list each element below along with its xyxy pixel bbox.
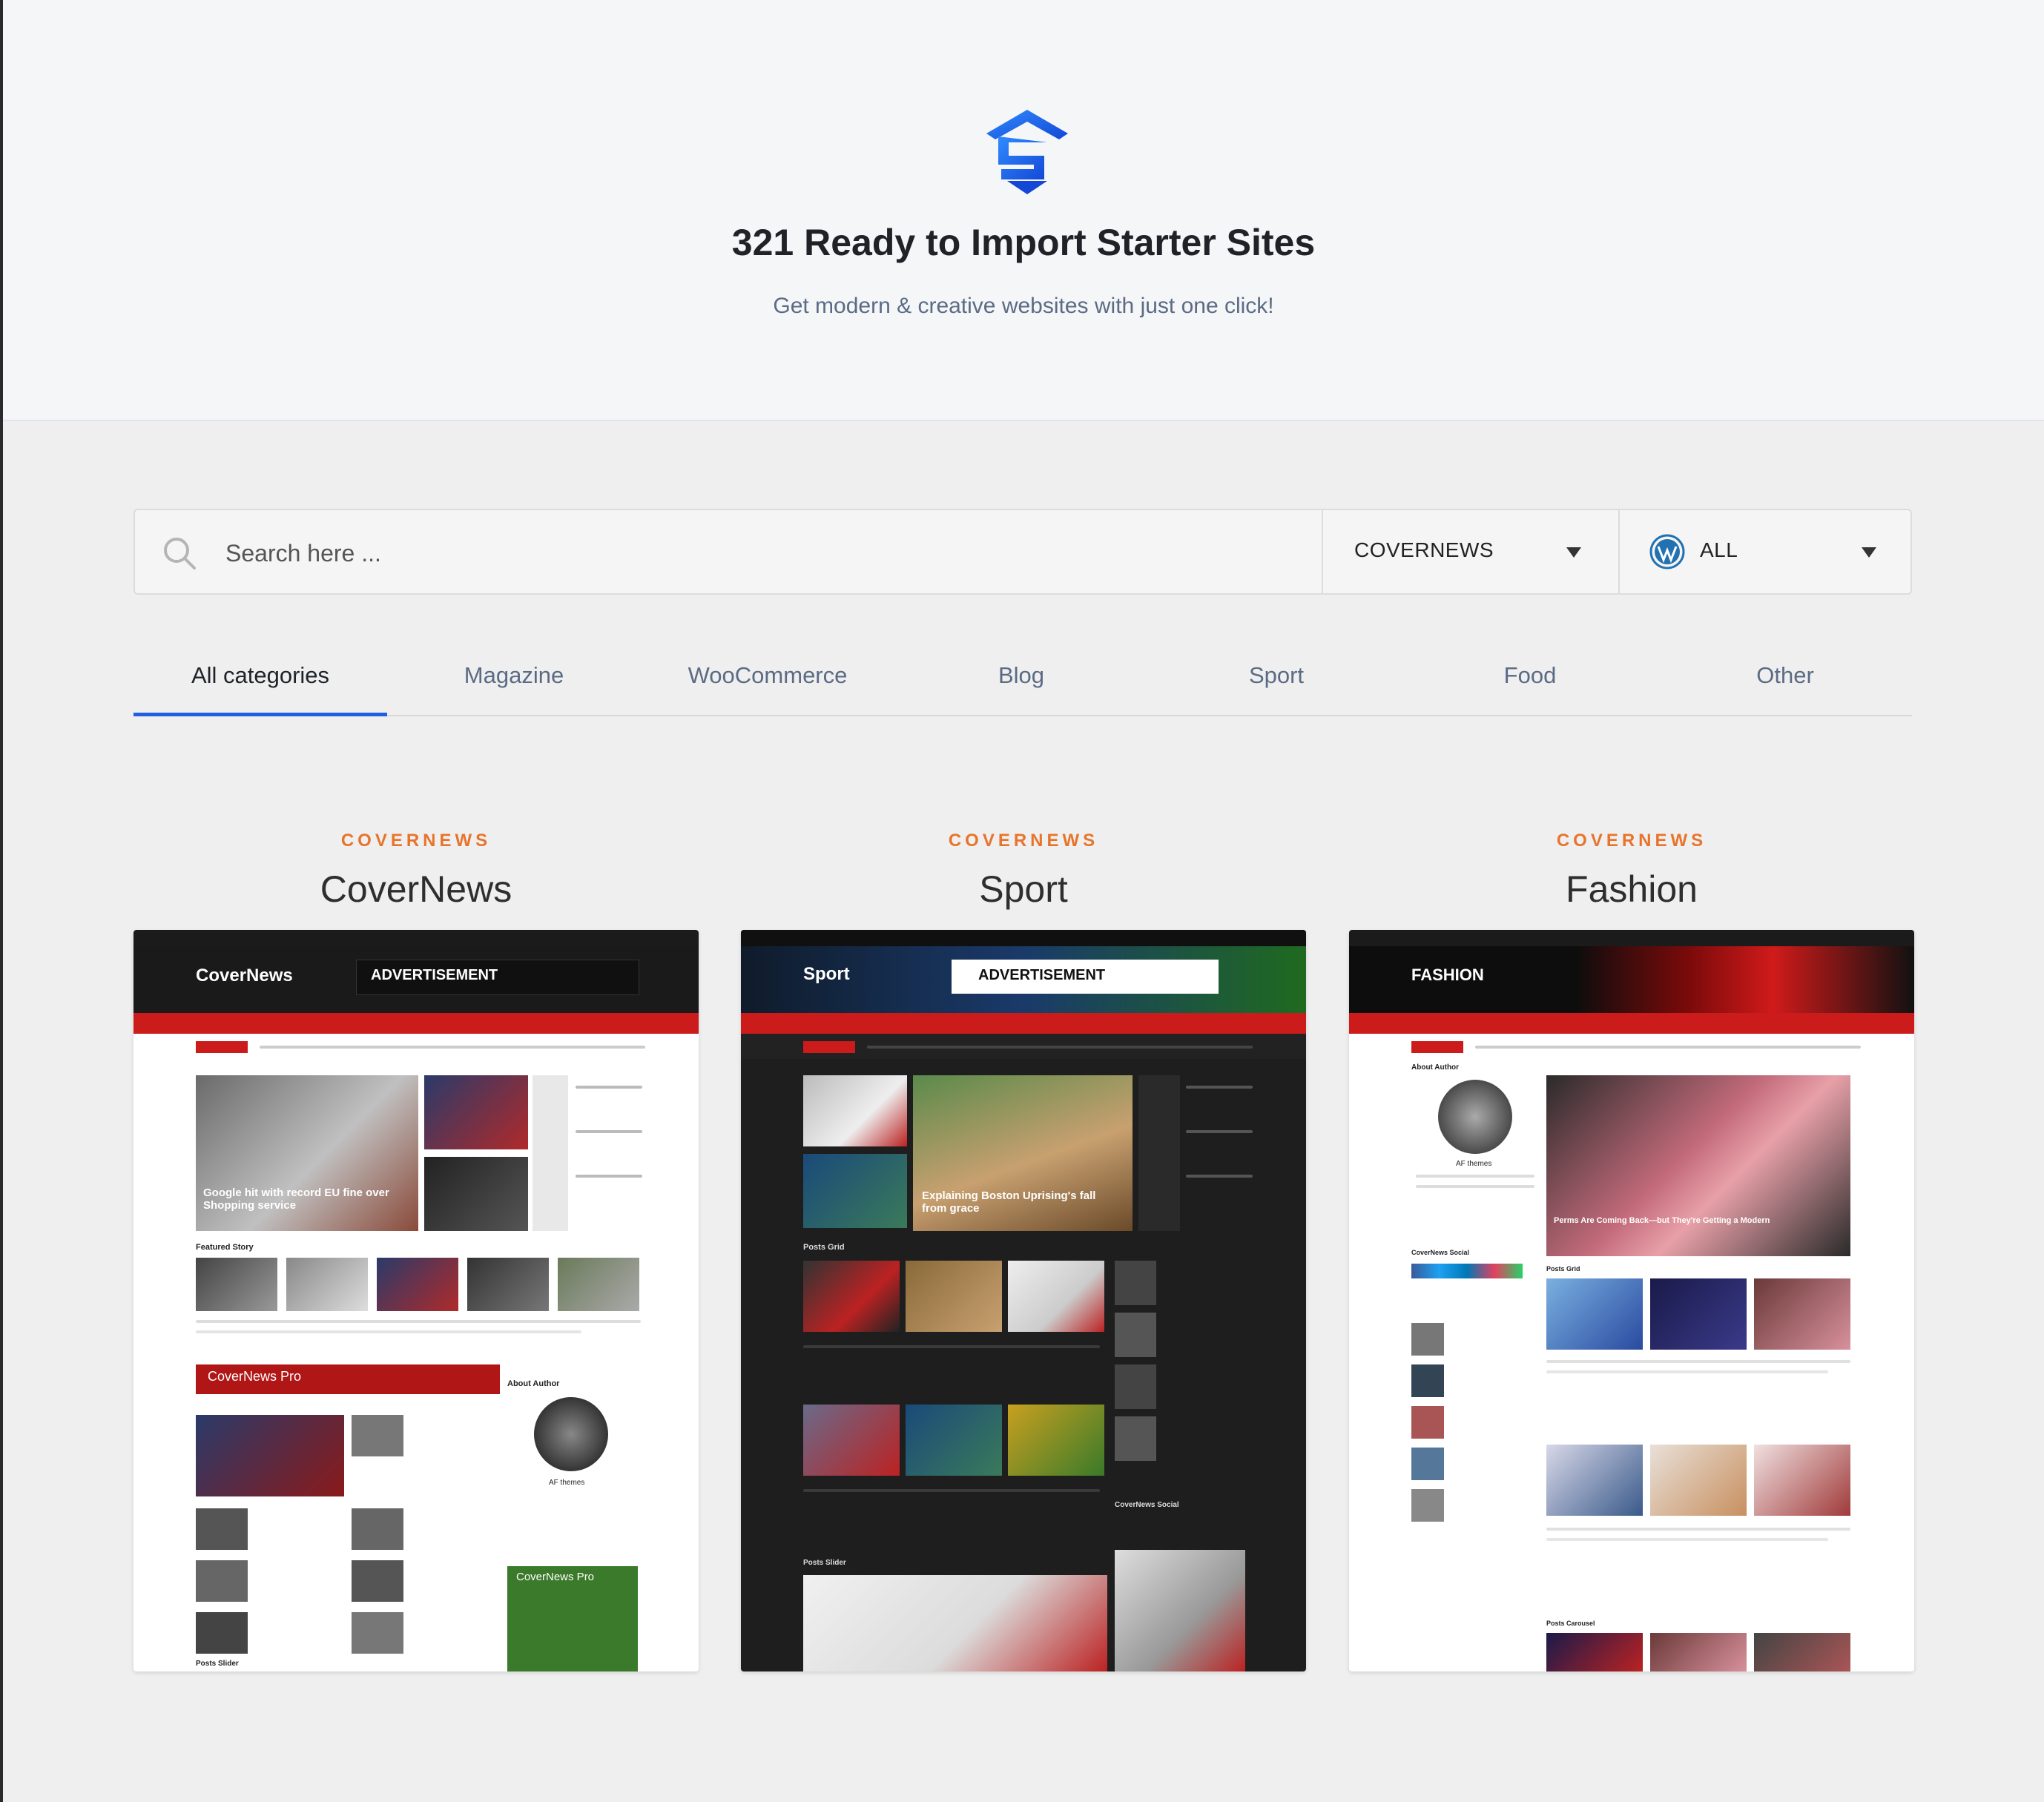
preview-slider-title: Posts Slider: [803, 1559, 846, 1567]
preview-ticker: [741, 1034, 1306, 1059]
tab-woocommerce[interactable]: WooCommerce: [641, 650, 894, 715]
category-tabs: All categories Magazine WooCommerce Blog…: [133, 650, 1912, 716]
page-title: 321 Ready to Import Starter Sites: [731, 222, 1316, 263]
preview-brand-band: Sport ADVERTISEMENT: [741, 946, 1306, 1013]
tab-sport[interactable]: Sport: [1150, 650, 1403, 715]
search-input[interactable]: [224, 528, 1295, 578]
tab-blog[interactable]: Blog: [894, 650, 1148, 715]
brand-logo-icon: [986, 110, 1068, 194]
tab-all-categories[interactable]: All categories: [133, 650, 387, 716]
filter-bar: COVERNEWS ALL: [133, 509, 1912, 595]
starter-site-card-fashion[interactable]: COVERNEWS Fashion FASHION About Author A…: [1349, 831, 1914, 1671]
card-title: Sport: [979, 868, 1068, 910]
card-category: COVERNEWS: [340, 831, 492, 851]
preview-author-name: AF themes: [549, 1479, 585, 1487]
page-subtitle: Get modern & creative websites with just…: [773, 294, 1274, 318]
builder-select[interactable]: ALL: [1620, 510, 1913, 593]
preview-section-title: Featured Story: [196, 1243, 254, 1252]
preview-author-name: AF themes: [1456, 1160, 1492, 1168]
preview-topbar: [1349, 930, 1914, 946]
starter-site-card-sport[interactable]: COVERNEWS Sport Sport ADVERTISEMENT Expl…: [741, 831, 1306, 1671]
preview-brand: FASHION: [1411, 966, 1484, 984]
tab-food[interactable]: Food: [1403, 650, 1657, 715]
preview-grid-title: Posts Grid: [1546, 1265, 1580, 1273]
preview-headline: Explaining Boston Uprising's fall from g…: [922, 1189, 1096, 1215]
card-category: COVERNEWS: [948, 831, 1099, 851]
preview-slider-title: Posts Slider: [196, 1660, 239, 1668]
starter-site-card-covernews[interactable]: COVERNEWS CoverNews CoverNews ADVERTISEM…: [133, 831, 699, 1671]
preview-navbar: [1349, 1013, 1914, 1034]
preview-ad-text: ADVERTISEMENT: [978, 967, 1106, 983]
preview-brand-band: FASHION: [1349, 946, 1914, 1013]
card-title: CoverNews: [320, 868, 512, 910]
tab-magazine[interactable]: Magazine: [387, 650, 641, 715]
preview-headline: Perms Are Coming Back—but They're Gettin…: [1554, 1216, 1770, 1225]
wordpress-icon: [1649, 534, 1685, 570]
chevron-down-icon: [1566, 547, 1581, 558]
card-category: COVERNEWS: [1556, 831, 1707, 851]
preview-author-avatar: [1438, 1080, 1512, 1154]
theme-select[interactable]: COVERNEWS: [1322, 510, 1618, 593]
preview-grid-title: Posts Grid: [803, 1243, 845, 1252]
preview-brand-band: CoverNews ADVERTISEMENT: [133, 946, 699, 1013]
chevron-down-icon: [1862, 547, 1876, 558]
preview-main-image: [1546, 1075, 1850, 1256]
preview-about-title: About Author: [1411, 1063, 1460, 1072]
page-header: 321 Ready to Import Starter Sites Get mo…: [3, 0, 2044, 421]
site-preview-thumbnail[interactable]: FASHION About Author AF themes CoverNews…: [1349, 930, 1914, 1671]
preview-ticker: [1349, 1034, 1914, 1059]
preview-pro-text: CoverNews Pro: [516, 1571, 595, 1583]
card-title: Fashion: [1566, 868, 1698, 910]
preview-navbar: [741, 1013, 1306, 1034]
preview-about-title: About Author: [507, 1379, 560, 1388]
preview-promo-text: CoverNews Pro: [208, 1369, 302, 1384]
theme-select-value: COVERNEWS: [1354, 538, 1494, 561]
preview-brand: Sport: [803, 964, 850, 984]
preview-ticker: [133, 1034, 699, 1059]
builder-select-value: ALL: [1700, 538, 1738, 561]
preview-social-title: CoverNews Social: [1411, 1249, 1470, 1256]
site-preview-thumbnail[interactable]: CoverNews ADVERTISEMENT Google hit with …: [133, 930, 699, 1671]
preview-ad-text: ADVERTISEMENT: [371, 967, 498, 983]
preview-author-avatar: [534, 1397, 608, 1471]
preview-social-title: CoverNews Social: [1115, 1501, 1179, 1509]
preview-brand: CoverNews: [196, 966, 293, 986]
preview-headline: Google hit with record EU fine over Shop…: [203, 1187, 389, 1212]
search-icon: [164, 538, 196, 570]
tab-other[interactable]: Other: [1658, 650, 1912, 715]
site-preview-thumbnail[interactable]: Sport ADVERTISEMENT Explaining Boston Up…: [741, 930, 1306, 1671]
preview-navbar: [133, 1013, 699, 1034]
preview-topbar: [741, 930, 1306, 946]
preview-topbar: [133, 930, 699, 946]
preview-carousel-title: Posts Carousel: [1546, 1620, 1595, 1627]
